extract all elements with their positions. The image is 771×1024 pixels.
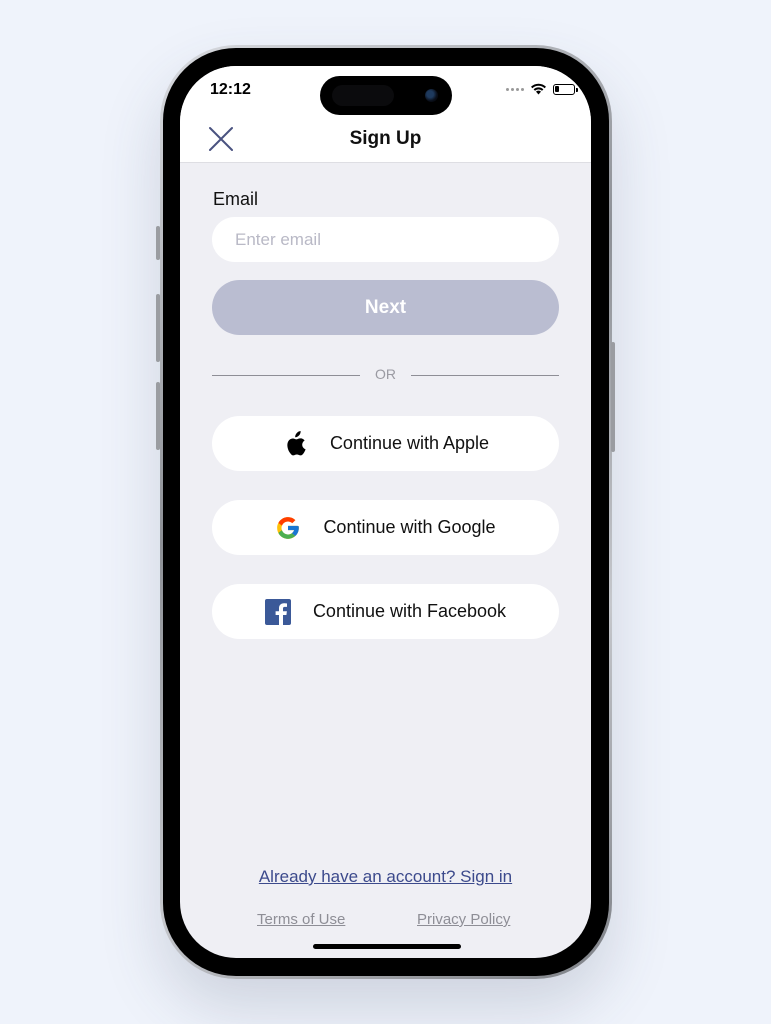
power-button — [611, 342, 615, 452]
action-button — [156, 226, 160, 260]
sign-in-link[interactable]: Already have an account? Sign in — [180, 867, 591, 887]
email-field[interactable] — [212, 217, 559, 262]
continue-with-facebook-button[interactable]: Continue with Facebook — [212, 584, 559, 639]
facebook-logo-icon — [264, 598, 291, 625]
status-time: 12:12 — [210, 81, 251, 98]
email-label: Email — [213, 189, 259, 209]
continue-with-google-button[interactable]: Continue with Google — [212, 500, 559, 555]
continue-with-apple-button[interactable]: Continue with Apple — [212, 416, 559, 471]
privacy-policy-link[interactable]: Privacy Policy — [417, 911, 510, 928]
page-title: Sign Up — [349, 128, 422, 149]
apple-logo-icon — [282, 430, 308, 457]
signal-dots-icon — [506, 87, 524, 91]
status-icons — [506, 83, 578, 95]
status-bar: 12:12 — [180, 66, 591, 116]
face-id-sensor — [332, 85, 394, 106]
next-button[interactable]: Next — [212, 280, 559, 335]
app-screen: 12:12 Sign Up Email Next — [180, 66, 591, 958]
wifi-icon — [531, 83, 546, 95]
nav-bar: Sign Up — [180, 116, 591, 163]
terms-of-use-link[interactable]: Terms of Use — [257, 911, 345, 928]
dynamic-island — [320, 76, 452, 115]
continue-with-google-label: Continue with Google — [323, 517, 496, 537]
home-indicator — [313, 944, 461, 949]
front-camera — [425, 89, 438, 102]
battery-icon — [553, 83, 578, 95]
volume-down-button — [156, 382, 160, 450]
google-logo-icon — [275, 515, 301, 541]
or-label: OR — [375, 366, 396, 382]
volume-up-button — [156, 294, 160, 362]
continue-with-apple-label: Continue with Apple — [329, 433, 490, 453]
or-divider: OR — [212, 365, 559, 385]
continue-with-facebook-label: Continue with Facebook — [312, 601, 507, 621]
